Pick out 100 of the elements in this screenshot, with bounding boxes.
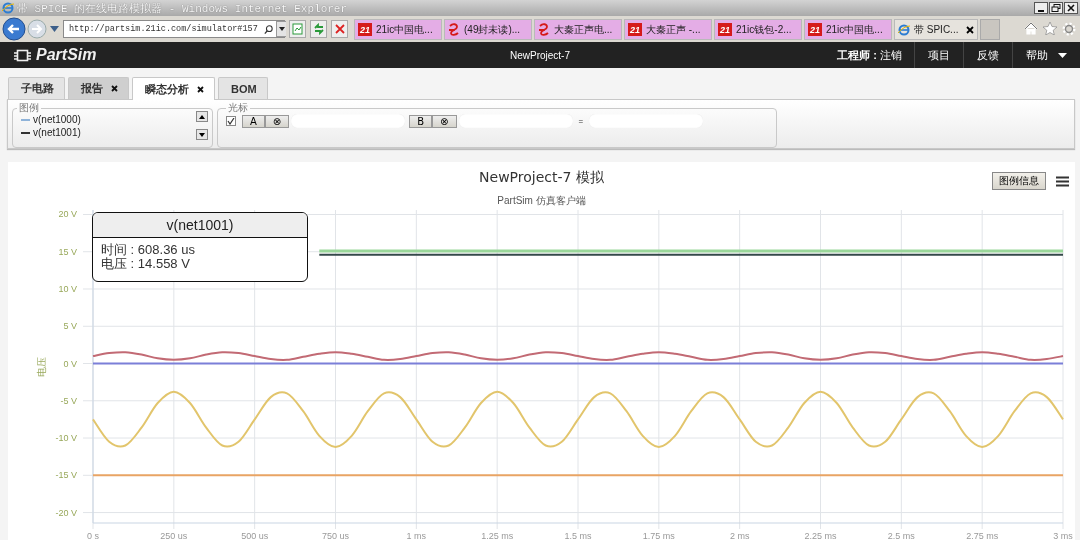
browser-tab[interactable]: 21 大秦正声 -... — [624, 19, 712, 40]
tab-title: 带 SPIC... — [914, 22, 959, 37]
x-tick-label: 3 ms — [1053, 531, 1073, 540]
tooltip-line: 时间 : 608.36 us — [101, 243, 196, 257]
browser-tab[interactable]: 大秦正声电... — [534, 19, 622, 40]
nav-menu-item[interactable]: 帮助 — [1012, 42, 1080, 68]
y-tick-label: 20 V — [58, 209, 77, 220]
close-icon[interactable] — [111, 85, 118, 92]
tooltip-title: v(net1001) — [93, 213, 307, 238]
y-tick-label: 5 V — [63, 321, 77, 332]
tab-title: 大秦正声 -... — [646, 22, 701, 37]
up-triangle-icon — [199, 114, 205, 119]
tab-title: 大秦正声电... — [554, 22, 613, 37]
site-logo-icon: 21 — [358, 23, 372, 36]
clear-cursor-button[interactable]: ⊗ — [432, 114, 457, 128]
nav-menu-item[interactable]: 项目 — [914, 42, 963, 68]
close-icon[interactable] — [197, 85, 204, 93]
restore-icon[interactable] — [1049, 2, 1063, 14]
brand-name: PartSim — [36, 46, 97, 64]
tab-title: 21ic中国电... — [826, 22, 883, 37]
browser-tab[interactable]: 21 21ic中国电... — [804, 19, 892, 40]
legend-label: v(net1000) — [33, 114, 81, 125]
refresh-icon — [312, 23, 325, 35]
y-tick-label: 0 V — [63, 358, 77, 369]
nav-menu-item[interactable]: 反馈 — [963, 42, 1012, 68]
close-icon — [334, 24, 345, 34]
browser-tab[interactable]: (49封未读)... — [444, 19, 532, 40]
back-icon[interactable] — [2, 17, 26, 41]
mail-logo-icon — [538, 23, 550, 36]
chart-page-icon — [292, 23, 303, 35]
clear-cursor-button[interactable]: ⊗ — [264, 114, 290, 128]
y-tick-label: 10 V — [58, 284, 77, 294]
x-tick-label: 2.5 ms — [887, 531, 915, 540]
legend-item[interactable]: v(net1000) — [21, 113, 196, 126]
chip-icon — [14, 48, 31, 62]
legend-info-button[interactable]: 图例信息 — [992, 172, 1046, 190]
project-name: NewProject-7 — [510, 49, 570, 61]
browser-tab[interactable]: 21 21ic钱包-2... — [714, 19, 802, 40]
tab[interactable]: 报告 — [68, 77, 129, 99]
cursor-button[interactable]: B — [409, 114, 433, 128]
y-tick-label: -20 V — [55, 507, 77, 518]
tab[interactable]: 子电路 — [8, 77, 65, 99]
address-field[interactable]: http://partsim.21ic.com/simulator#157 — [63, 20, 285, 38]
site-logo-icon: 21 — [808, 23, 822, 36]
menu-icon[interactable] — [1056, 175, 1069, 187]
home-icon[interactable] — [1024, 22, 1038, 35]
chart-title: NewProject-7 模拟 — [479, 169, 604, 187]
dropdown-caret-icon[interactable] — [276, 21, 286, 37]
refresh-button[interactable] — [310, 20, 327, 38]
equals-sign: = — [578, 116, 584, 126]
cursor-button[interactable]: A — [242, 114, 265, 128]
legend-label: v(net1001) — [33, 127, 81, 138]
y-tick-label: -15 V — [55, 470, 77, 481]
close-icon[interactable] — [1064, 2, 1078, 14]
checkbox[interactable] — [226, 116, 236, 126]
browser-tab[interactable]: 21 21ic中国电... — [354, 19, 442, 40]
x-tick-label: 1 ms — [406, 531, 427, 540]
stop-button[interactable] — [331, 20, 348, 38]
x-tick-label: 250 us — [160, 531, 188, 540]
tooltip-line: 电压 : 14.558 V — [101, 257, 191, 271]
mail-logo-icon — [448, 23, 460, 36]
down-triangle-icon — [199, 132, 205, 137]
user-label: 工程师 : — [837, 47, 877, 63]
y-axis-label: 电压 — [36, 356, 47, 377]
x-tick-label: 2.25 ms — [804, 531, 837, 540]
settings-icon[interactable] — [1062, 22, 1076, 36]
tab-title: 21ic钱包-2... — [736, 22, 792, 37]
group-title: 图例 — [18, 103, 40, 113]
tab-title: (49封未读)... — [464, 22, 521, 37]
x-tick-label: 750 us — [322, 531, 349, 540]
chart-subtitle: PartSim 仿真客户端 — [497, 194, 586, 208]
site-logo-icon: 21 — [718, 23, 732, 36]
tab-title: 21ic中国电... — [376, 22, 433, 37]
x-tick-label: 0 s — [87, 531, 99, 540]
x-tick-label: 1.5 ms — [564, 531, 592, 540]
search-icon[interactable] — [264, 23, 273, 35]
site-logo-icon: 21 — [628, 23, 642, 36]
browser-logo-icon — [898, 23, 910, 36]
group-title: 光标 — [227, 103, 249, 113]
x-tick-label: 1.75 ms — [642, 531, 675, 540]
browser-logo-icon — [2, 2, 14, 14]
scroll-down-button[interactable] — [196, 129, 208, 140]
cursor-value-field[interactable] — [458, 114, 573, 128]
x-tick-label: 500 us — [241, 531, 269, 540]
close-icon[interactable] — [966, 25, 974, 34]
tab[interactable]: BOM — [218, 77, 268, 99]
tab[interactable]: 瞬态分析 — [132, 77, 215, 100]
x-tick-label: 2.75 ms — [966, 531, 999, 540]
logout-link[interactable]: 注销 — [880, 47, 902, 63]
caret-icon — [1058, 52, 1067, 58]
y-tick-label: -10 V — [55, 433, 77, 444]
minimize-icon[interactable] — [1034, 2, 1048, 14]
y-tick-label: -5 V — [60, 395, 77, 406]
star-icon[interactable] — [1043, 22, 1057, 35]
x-tick-label: 1.25 ms — [481, 531, 514, 540]
y-tick-label: 15 V — [58, 246, 77, 257]
scroll-up-button[interactable] — [196, 111, 208, 122]
x-tick-label: 2 ms — [729, 531, 750, 540]
legend-item[interactable]: v(net1001) — [21, 126, 196, 139]
browser-tab[interactable]: 带 SPIC... — [894, 19, 978, 40]
